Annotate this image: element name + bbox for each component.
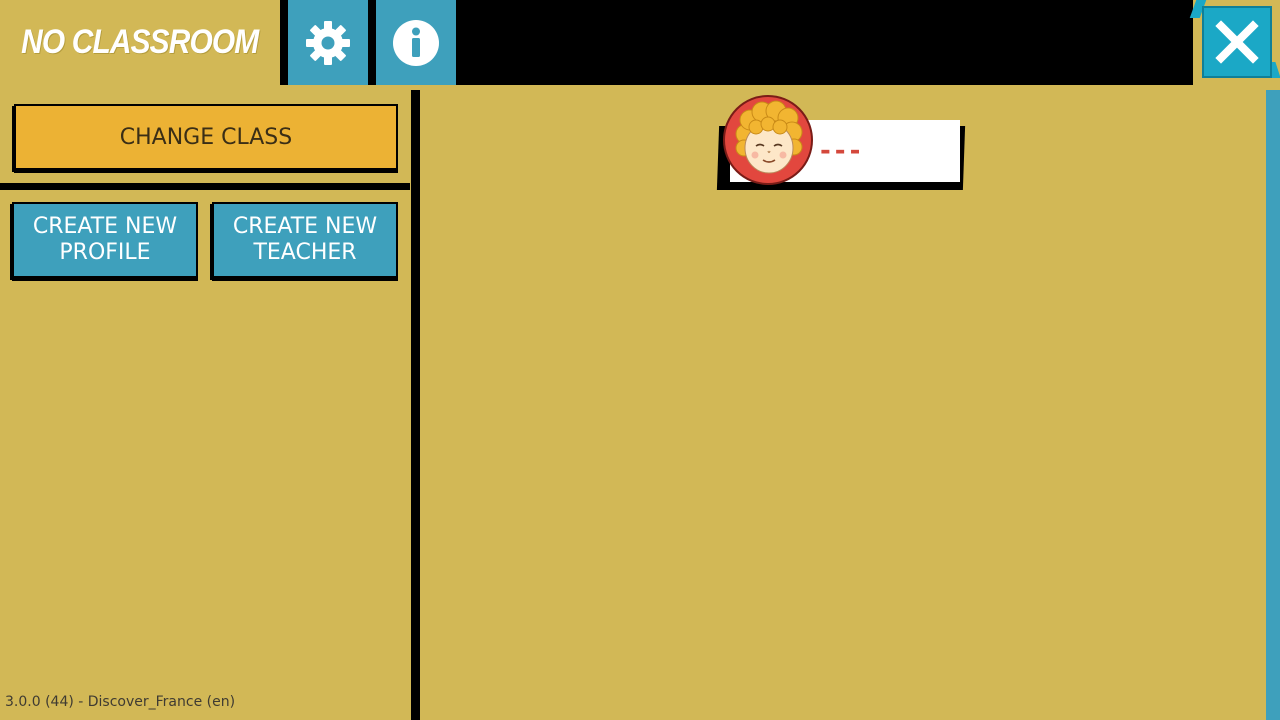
gear-icon: [306, 20, 350, 65]
info-button[interactable]: [376, 0, 456, 85]
label-line: CREATE NEW: [32, 214, 178, 239]
profile-name: ---: [820, 136, 865, 166]
create-new-teacher-button[interactable]: CREATE NEW TEACHER: [212, 202, 398, 278]
scrollbar[interactable]: [1266, 90, 1280, 720]
label-line: CREATE NEW: [232, 214, 378, 239]
info-icon: [393, 19, 439, 66]
create-new-profile-button[interactable]: CREATE NEW PROFILE: [12, 202, 198, 278]
header-title-box: NO CLASSROOM: [0, 0, 280, 85]
divider: [0, 183, 410, 190]
page-title: NO CLASSROOM: [21, 23, 259, 61]
version-label: 3.0.0 (44) - Discover_France (en): [5, 694, 236, 710]
close-button[interactable]: [1202, 6, 1272, 78]
label-line: PROFILE: [59, 240, 151, 265]
child-avatar-icon[interactable]: [722, 94, 814, 186]
label-line: TEACHER: [253, 240, 357, 265]
change-class-label: CHANGE CLASS: [119, 124, 293, 150]
create-teacher-label: CREATE NEW TEACHER: [233, 214, 377, 266]
create-profile-label: CREATE NEW PROFILE: [33, 214, 177, 266]
settings-button[interactable]: [288, 0, 368, 85]
panel-divider: [411, 90, 420, 720]
change-class-button[interactable]: CHANGE CLASS: [14, 104, 398, 170]
close-icon: [1215, 20, 1259, 64]
